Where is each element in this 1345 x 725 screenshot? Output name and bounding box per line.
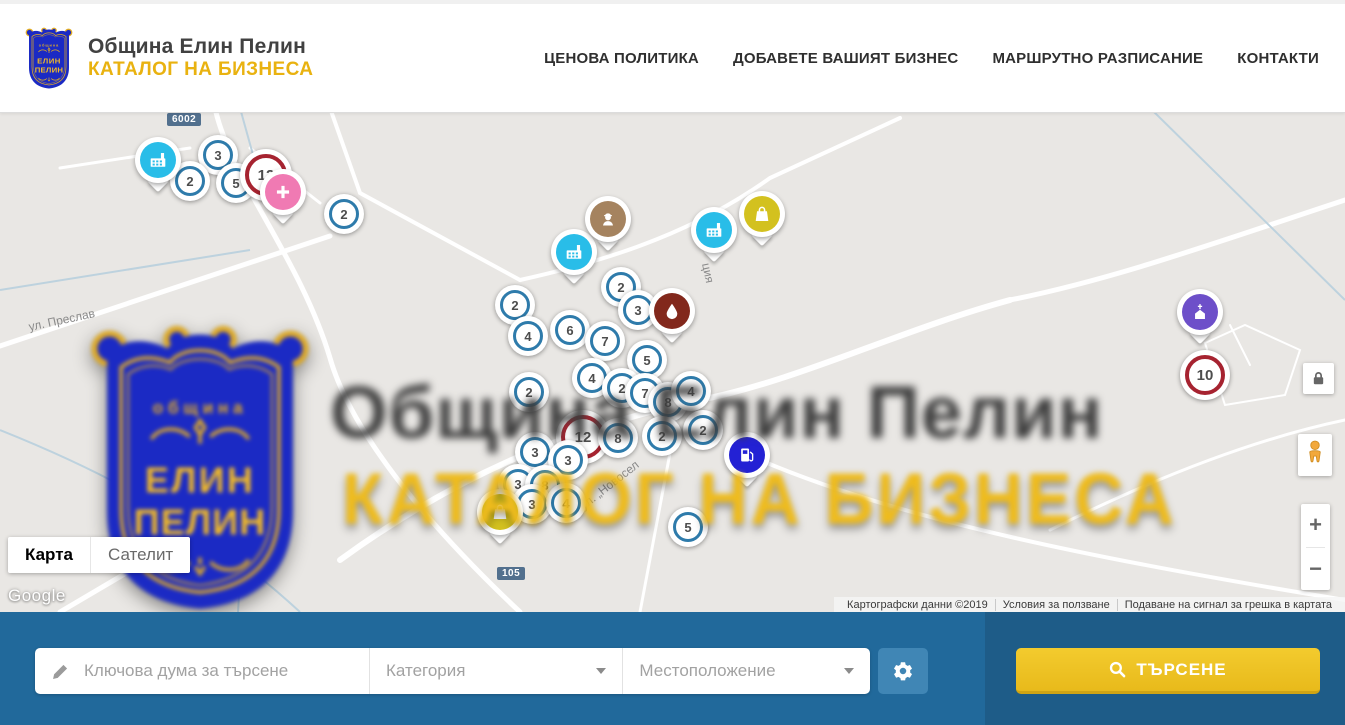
cluster-marker[interactable]: 4: [671, 371, 711, 411]
cluster-marker[interactable]: 5: [668, 507, 708, 547]
map-type-map-button[interactable]: Карта: [8, 537, 90, 573]
cluster-marker[interactable]: 6: [550, 310, 590, 350]
category-pin[interactable]: [135, 137, 181, 183]
cluster-count: 5: [632, 345, 662, 375]
svg-text:ПЕЛИН: ПЕЛИН: [35, 66, 64, 75]
cluster-marker[interactable]: 2: [642, 416, 682, 456]
cluster-count: 4: [676, 376, 706, 406]
nav-item[interactable]: КОНТАКТИ: [1237, 50, 1319, 67]
site-subtitle: КАТАЛОГ НА БИЗНЕСА: [88, 59, 313, 81]
location-dropdown[interactable]: Местоположение: [622, 648, 870, 694]
google-logo[interactable]: Google: [8, 586, 66, 606]
cluster-marker[interactable]: 8: [598, 418, 638, 458]
cluster-count: 10: [1185, 355, 1225, 395]
category-pin[interactable]: [477, 489, 523, 535]
cluster-count: 2: [329, 199, 359, 229]
cluster-count: 5: [673, 512, 703, 542]
cluster-marker[interactable]: 2: [683, 410, 723, 450]
chevron-down-icon: [844, 668, 854, 674]
page: община ЕЛИН ПЕЛИН Община Елин Пелин КАТА…: [0, 0, 1345, 725]
search-bar: Категория Местоположение ТЪРСЕНЕ: [0, 612, 1345, 725]
nav-item[interactable]: МАРШРУТНО РАЗПИСАНИЕ: [992, 50, 1203, 67]
search-icon: [1109, 661, 1126, 678]
cluster-count: 3: [520, 437, 550, 467]
category-pin[interactable]: [1177, 289, 1223, 335]
cluster-count: 8: [603, 423, 633, 453]
church-icon: [1182, 294, 1218, 330]
cluster-count: 4: [513, 321, 543, 351]
site-title: Община Елин Пелин: [88, 35, 313, 59]
cluster-count: 4: [551, 488, 581, 518]
pencil-icon: [52, 663, 69, 680]
cluster-count: 6: [555, 315, 585, 345]
cluster-marker[interactable]: 2: [324, 194, 364, 234]
location-placeholder: Местоположение: [639, 661, 775, 681]
header: община ЕЛИН ПЕЛИН Община Елин Пелин КАТА…: [0, 0, 1345, 113]
svg-text:ЕЛИН: ЕЛИН: [37, 57, 61, 66]
cluster-marker[interactable]: 2: [509, 372, 549, 412]
attribution-copyright: Картографски данни ©2019: [840, 599, 995, 611]
nav-item[interactable]: ДОБАВЕТЕ ВАШИЯТ БИЗНЕС: [733, 50, 958, 67]
fullscreen-lock-button[interactable]: [1303, 363, 1334, 394]
search-button-label: ТЪРСЕНЕ: [1136, 660, 1226, 680]
lock-icon: [1310, 370, 1327, 387]
pegman-icon: [1305, 440, 1325, 470]
cluster-count: 2: [688, 415, 718, 445]
nav-item[interactable]: ЦЕНОВА ПОЛИТИКА: [544, 50, 699, 67]
factory-icon: [140, 142, 176, 178]
gear-icon: [893, 661, 913, 681]
cluster-count: 2: [647, 421, 677, 451]
road-number-label: 6002: [167, 113, 201, 126]
category-pin[interactable]: [649, 288, 695, 334]
category-pin[interactable]: [585, 196, 631, 242]
droplet-icon: [654, 293, 690, 329]
municipality-shield-icon: община ЕЛИН ПЕЛИН: [24, 25, 74, 91]
keyword-field[interactable]: [35, 648, 369, 694]
cluster-count: 2: [514, 377, 544, 407]
pegman-button[interactable]: [1298, 434, 1332, 476]
bag-icon: [482, 494, 518, 530]
svg-text:община: община: [39, 44, 59, 48]
worker-icon: [590, 201, 626, 237]
category-pin[interactable]: [691, 207, 737, 253]
advanced-settings-button[interactable]: [878, 648, 928, 694]
cluster-count: 7: [590, 326, 620, 356]
main-nav: ЦЕНОВА ПОЛИТИКА ДОБАВЕТЕ ВАШИЯТ БИЗНЕС МАР…: [544, 50, 1319, 67]
terms-link[interactable]: Условия за ползване: [995, 599, 1117, 611]
report-error-link[interactable]: Подаване на сигнал за грешка в картата: [1117, 599, 1339, 611]
category-pin[interactable]: [724, 432, 770, 478]
cluster-marker[interactable]: 4: [546, 483, 586, 523]
search-button[interactable]: ТЪРСЕНЕ: [1016, 648, 1320, 694]
category-pin[interactable]: [739, 191, 785, 237]
category-pin[interactable]: [260, 169, 306, 215]
chevron-down-icon: [596, 668, 606, 674]
category-placeholder: Категория: [386, 661, 465, 681]
fuel-icon: [729, 437, 765, 473]
cluster-marker[interactable]: 10: [1180, 350, 1230, 400]
search-fields-group: Категория Местоположение: [35, 648, 870, 694]
zoom-control: + −: [1301, 504, 1330, 590]
factory-icon: [696, 212, 732, 248]
keyword-input[interactable]: [82, 660, 369, 682]
map-attribution: Картографски данни ©2019 Условия за полз…: [834, 597, 1345, 612]
road-number-label: 105: [497, 567, 525, 580]
google-map[interactable]: 6002105ул. Преславбул. „Новоселция 32512…: [0, 108, 1345, 612]
site-logo[interactable]: община ЕЛИН ПЕЛИН Община Елин Пелин КАТА…: [24, 25, 313, 91]
map-type-satellite-button[interactable]: Сателит: [90, 537, 190, 573]
category-dropdown[interactable]: Категория: [369, 648, 622, 694]
bag-icon: [744, 196, 780, 232]
zoom-in-button[interactable]: +: [1301, 504, 1330, 546]
map-type-control: Карта Сателит: [8, 537, 190, 573]
cluster-marker[interactable]: 7: [585, 321, 625, 361]
cluster-marker[interactable]: 4: [508, 316, 548, 356]
zoom-out-button[interactable]: −: [1301, 548, 1330, 590]
cross-icon: [265, 174, 301, 210]
